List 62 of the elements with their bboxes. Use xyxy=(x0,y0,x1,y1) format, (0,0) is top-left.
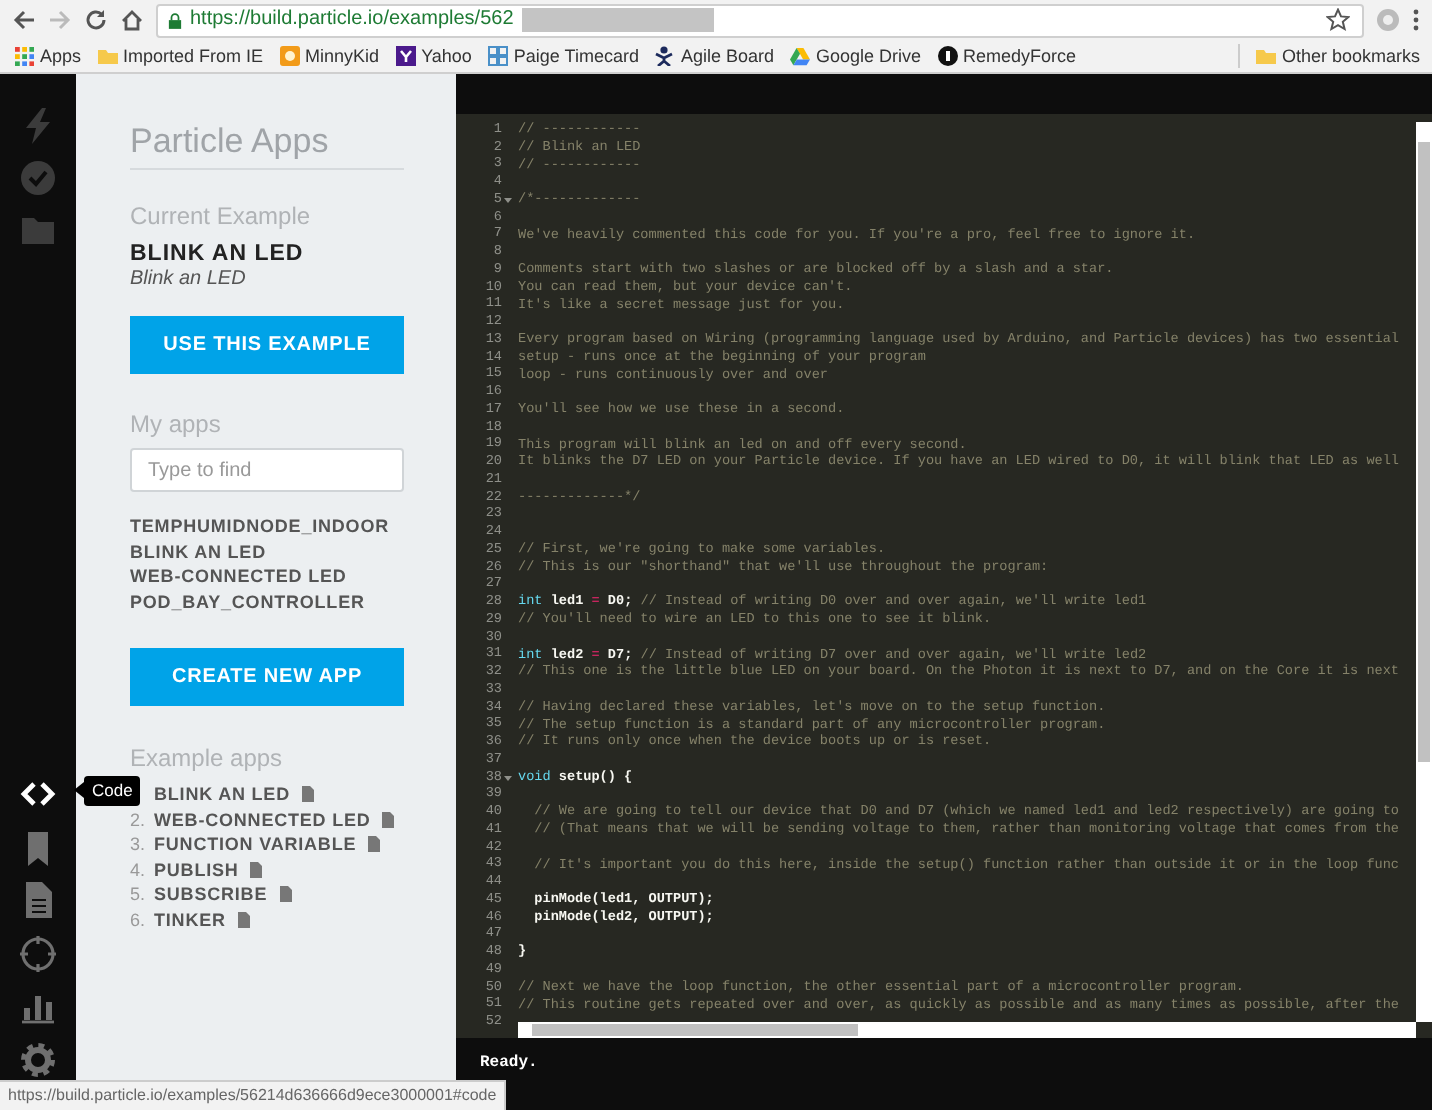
list-number: 3. xyxy=(130,832,148,857)
app-link[interactable]: WEB-CONNECTED LED xyxy=(130,564,404,589)
reload-icon[interactable] xyxy=(84,8,108,32)
example-link[interactable]: WEB-CONNECTED LED xyxy=(154,807,371,832)
document-icon[interactable] xyxy=(20,882,56,919)
logo-icon xyxy=(279,46,300,66)
folder-icon xyxy=(97,46,118,66)
example-link[interactable]: FUNCTION VARIABLE xyxy=(154,832,357,857)
example-name: BLINK AN LED xyxy=(130,240,306,268)
list-number: 6. xyxy=(130,907,148,932)
status-text: Ready. xyxy=(480,1056,540,1072)
url-text: https://build.particle.io/examples/562 xyxy=(190,10,514,30)
list-number: 2. xyxy=(130,807,148,832)
figure-icon xyxy=(654,46,675,66)
bookmark-item[interactable]: RemedyForce xyxy=(937,46,1077,66)
document-icon[interactable] xyxy=(237,911,250,928)
example-subtitle: Blink an LED xyxy=(130,268,248,292)
horizontal-scrollbar[interactable] xyxy=(518,1022,1416,1038)
back-icon[interactable] xyxy=(12,8,36,32)
example-link[interactable]: PUBLISH xyxy=(154,857,239,882)
bookmark-item[interactable]: MinnyKid xyxy=(279,46,380,66)
menu-icon[interactable] xyxy=(1412,8,1420,32)
fold-icon[interactable] xyxy=(504,196,512,205)
bookmark-item[interactable]: Other bookmarks xyxy=(1255,46,1420,66)
lock-icon xyxy=(168,11,182,29)
bookmark-item[interactable]: Agile Board xyxy=(654,46,774,66)
fold-icon[interactable] xyxy=(504,774,512,783)
example-link[interactable]: TINKER xyxy=(154,907,226,932)
bookmark-item[interactable]: Imported From IE xyxy=(97,46,264,66)
section-heading: Example apps xyxy=(130,744,285,772)
bookmark-item[interactable]: Paige Timecard xyxy=(487,46,639,66)
settings-icon[interactable] xyxy=(20,1042,56,1078)
app-link[interactable]: POD_BAY_CONTROLLER xyxy=(130,589,404,614)
link-status-url: https://build.particle.io/examples/56214d636666d9ece3000001#code xyxy=(0,1080,507,1110)
document-icon[interactable] xyxy=(301,786,314,803)
tooltip-pointer-icon xyxy=(74,782,84,799)
section-heading: My apps xyxy=(130,410,223,438)
folder-icon xyxy=(1255,46,1276,66)
grid-icon xyxy=(14,46,34,66)
example-link[interactable]: SUBSCRIBE xyxy=(154,882,268,907)
app-link[interactable]: TEMPHUMIDNODE_INDOOR xyxy=(130,514,404,539)
check-icon[interactable] xyxy=(20,160,56,196)
example-link[interactable]: BLINK AN LED xyxy=(154,782,290,807)
logo-icon xyxy=(937,46,958,66)
list-number: 4. xyxy=(130,857,148,882)
search-field[interactable]: Type to find xyxy=(130,448,404,492)
panel-title: Particle Apps xyxy=(130,122,404,170)
bookmark-item[interactable]: Apps xyxy=(14,46,82,66)
list-number: 5. xyxy=(130,882,148,907)
bookmark-item[interactable]: Yahoo xyxy=(395,46,472,66)
logo-icon xyxy=(395,46,416,66)
bookmark-item[interactable]: Google Drive xyxy=(789,46,922,66)
drive-icon xyxy=(789,46,810,66)
section-heading: Current Example xyxy=(130,202,313,230)
vertical-scrollbar[interactable] xyxy=(1416,122,1432,1022)
address-bar[interactable]: https://build.particle.io/examples/562 xyxy=(156,3,1364,37)
app-link[interactable]: BLINK AN LED xyxy=(130,539,404,564)
code-editor[interactable] xyxy=(456,114,1432,1038)
crosshair-icon[interactable] xyxy=(20,935,56,972)
grid-icon xyxy=(487,46,508,66)
home-icon[interactable] xyxy=(120,8,144,32)
star-icon[interactable] xyxy=(1326,8,1350,32)
